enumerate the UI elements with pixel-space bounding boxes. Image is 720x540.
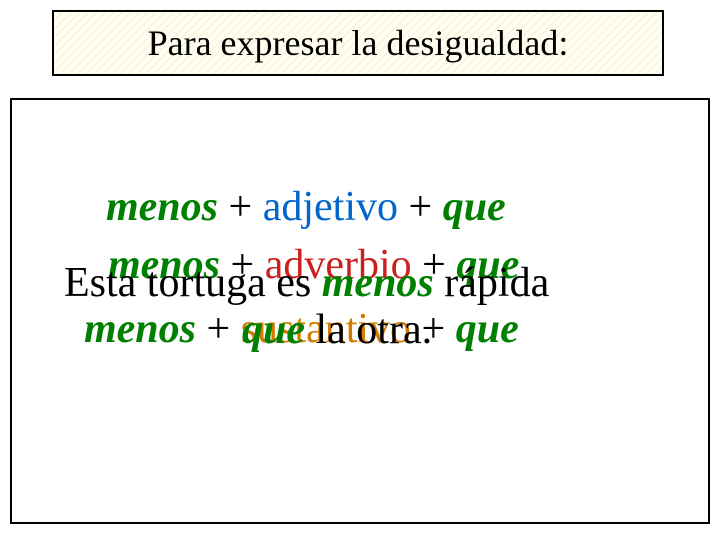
keyword-menos: menos xyxy=(106,184,229,230)
example-sentence-part1: Esta tortuga es menos rápida xyxy=(64,260,549,306)
slide-title: Para expresar la desigualdad: xyxy=(148,22,569,64)
keyword-que: que xyxy=(242,307,305,353)
plus-sign: + xyxy=(229,184,263,230)
keyword-que: que xyxy=(456,306,519,352)
keyword-menos: menos xyxy=(84,306,196,352)
formula-adjetivo: menos + adjetivo + que xyxy=(106,184,506,230)
plus-sign: + xyxy=(196,306,241,352)
example-post: la otra. xyxy=(305,307,432,353)
word-adjetivo: adjetivo xyxy=(263,184,398,230)
example-sentence-part2: que la otra. xyxy=(242,307,432,353)
keyword-que: que xyxy=(443,184,506,230)
plus-sign: + xyxy=(398,184,443,230)
example-pre: Esta tortuga es xyxy=(64,260,322,306)
title-box: Para expresar la desigualdad: xyxy=(52,10,664,76)
example-post: rápida xyxy=(434,260,549,306)
keyword-menos: menos xyxy=(322,260,434,306)
content-box: menos + adjetivo + que menos + adverbio … xyxy=(10,98,710,524)
